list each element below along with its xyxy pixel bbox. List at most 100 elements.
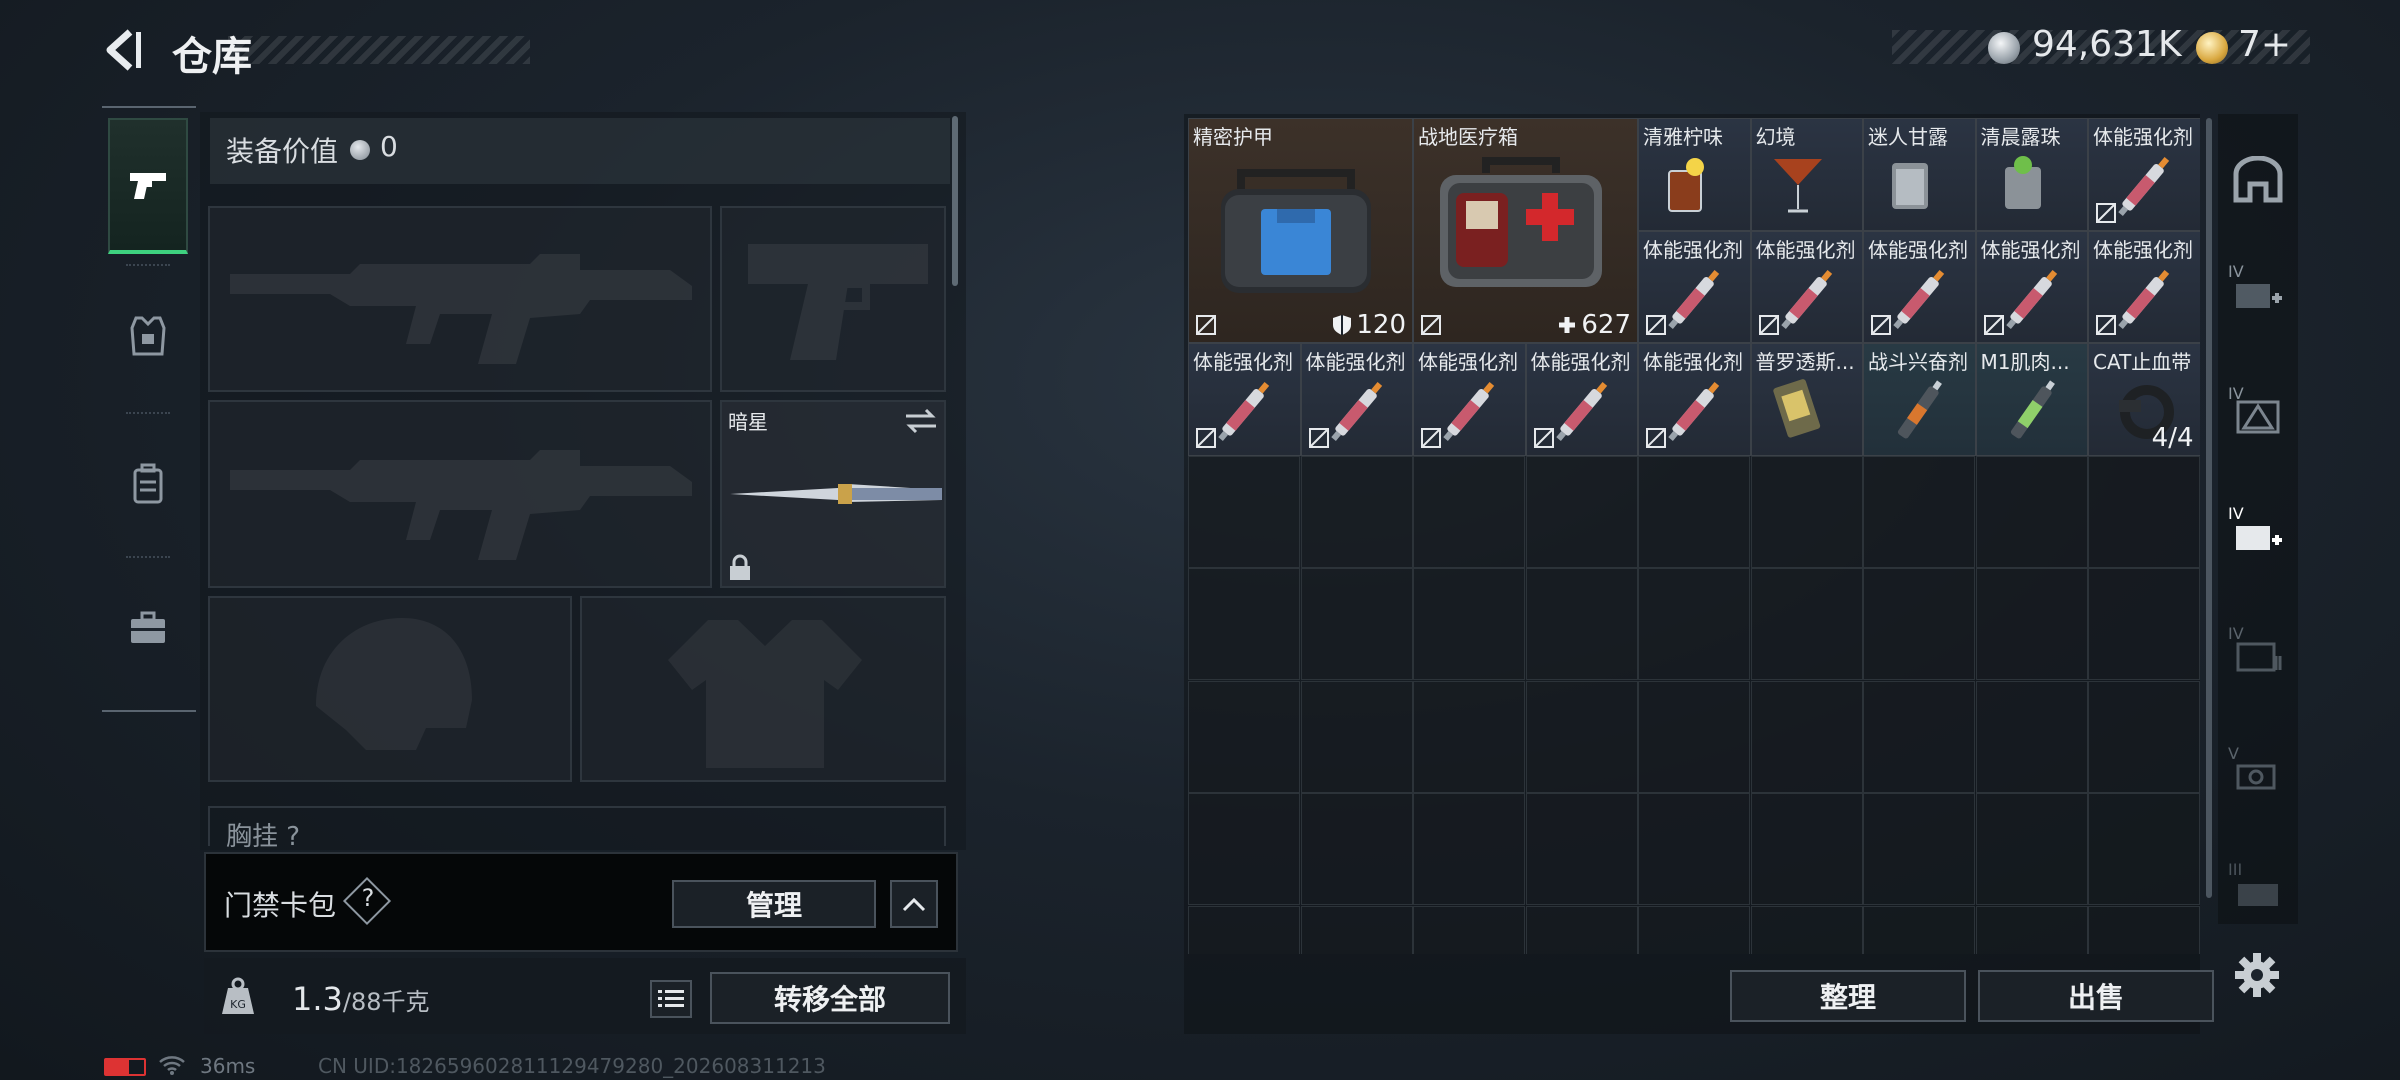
storage-cell[interactable] — [1750, 793, 1863, 905]
storage-item[interactable]: 体能强化剂 — [1188, 343, 1301, 456]
loadout-scrollbar[interactable] — [952, 116, 958, 286]
storage-cell[interactable] — [1975, 905, 2088, 954]
storage-cell[interactable] — [1525, 568, 1638, 680]
tab-armor[interactable] — [108, 268, 188, 404]
storage-scrollbar[interactable] — [2206, 118, 2212, 898]
helmet-slot[interactable] — [208, 596, 572, 782]
storage-item[interactable]: 体能强化剂 — [1413, 343, 1526, 456]
storage-item[interactable]: 战斗兴奋剂 — [1863, 343, 1976, 456]
storage-cell[interactable] — [1863, 680, 1975, 793]
storage-grid[interactable]: 精密护甲 120 战地医疗箱 627 清雅柠味 幻境 迷人甘露 清晨露珠 体能强化剂 体能强化剂体… — [1188, 118, 2200, 954]
sort-button[interactable]: 整理 — [1730, 970, 1966, 1022]
storage-cell[interactable] — [1525, 905, 1638, 954]
storage-cell[interactable] — [1300, 568, 1413, 680]
manage-button[interactable]: 管理 — [672, 880, 876, 928]
storage-cell[interactable] — [1413, 568, 1525, 680]
storage-cell[interactable] — [1975, 568, 2088, 680]
storage-cell[interactable] — [1300, 793, 1413, 905]
storage-cell[interactable] — [1975, 680, 2088, 793]
storage-item[interactable]: 体能强化剂 — [1863, 230, 1976, 343]
tab-filter-2[interactable]: IV — [2222, 380, 2294, 452]
storage-cell[interactable] — [1975, 793, 2088, 905]
storage-cell[interactable] — [1525, 793, 1638, 905]
storage-cell[interactable] — [2088, 905, 2200, 954]
storage-cell[interactable] — [2088, 568, 2200, 680]
storage-cell[interactable] — [1188, 793, 1300, 905]
primary-weapon-slot-2[interactable] — [208, 400, 712, 588]
tab-filter-6[interactable]: III — [2222, 856, 2294, 928]
storage-item[interactable]: 清雅柠味 — [1638, 118, 1751, 231]
storage-item[interactable]: 清晨露珠 — [1975, 118, 2088, 231]
tab-case[interactable] — [108, 560, 188, 696]
pistol-slot[interactable] — [720, 206, 946, 392]
melee-slot[interactable]: 暗星 — [720, 400, 946, 588]
storage-cell[interactable] — [1525, 680, 1638, 793]
storage-item[interactable]: 体能强化剂 — [1975, 230, 2088, 343]
settings-gear-icon[interactable] — [2232, 950, 2282, 1000]
storage-item[interactable]: 幻境 — [1750, 118, 1863, 231]
storage-item[interactable]: M1肌肉... — [1975, 343, 2088, 456]
storage-item[interactable]: 体能强化剂 — [1638, 230, 1751, 343]
body-armor-slot[interactable] — [580, 596, 946, 782]
item-name: M1肌肉... — [1980, 350, 2070, 374]
storage-item[interactable]: 体能强化剂 — [1525, 343, 1638, 456]
storage-cell[interactable] — [1750, 905, 1863, 954]
storage-item[interactable]: 体能强化剂 — [1300, 343, 1413, 456]
storage-cell[interactable] — [1188, 905, 1300, 954]
storage-cell[interactable] — [1863, 455, 1975, 568]
storage-cell[interactable] — [1188, 680, 1300, 793]
transfer-all-button[interactable]: 转移全部 — [710, 972, 950, 1024]
list-view-button[interactable] — [650, 980, 692, 1018]
storage-cell[interactable] — [1638, 680, 1750, 793]
storage-cell[interactable] — [1188, 568, 1300, 680]
item-image — [1993, 149, 2053, 223]
storage-item[interactable]: 精密护甲 120 — [1188, 118, 1413, 343]
storage-cell[interactable] — [1863, 793, 1975, 905]
storage-cell[interactable] — [1188, 455, 1300, 568]
storage-cell[interactable] — [1638, 905, 1750, 954]
storage-cell[interactable] — [2088, 680, 2200, 793]
storage-cell[interactable] — [1413, 680, 1525, 793]
primary-weapon-slot-1[interactable] — [208, 206, 712, 392]
storage-cell[interactable] — [1413, 455, 1525, 568]
tier-label: IV — [2228, 504, 2244, 523]
storage-cell[interactable] — [1638, 568, 1750, 680]
tab-filter-3[interactable]: IV — [2222, 500, 2294, 572]
tab-weapons[interactable] — [108, 118, 188, 254]
storage-item[interactable]: 战地医疗箱 627 — [1413, 118, 1638, 343]
storage-cell[interactable] — [1413, 905, 1525, 954]
storage-cell[interactable] — [1525, 455, 1638, 568]
storage-cell[interactable] — [1413, 793, 1525, 905]
storage-cell[interactable] — [2088, 455, 2200, 568]
sell-button[interactable]: 出售 — [1978, 970, 2214, 1022]
ticket-amount[interactable]: 7+ — [2238, 24, 2291, 65]
storage-item[interactable]: 体能强化剂 — [1750, 230, 1863, 343]
storage-item[interactable]: 体能强化剂 — [2088, 230, 2200, 343]
storage-cell[interactable] — [2088, 793, 2200, 905]
storage-item[interactable]: CAT止血带 4/4 — [2088, 343, 2200, 456]
storage-cell[interactable] — [1750, 455, 1863, 568]
chest-rig-slot[interactable] — [208, 806, 946, 846]
collapse-button[interactable] — [890, 880, 938, 928]
storage-item[interactable]: 迷人甘露 — [1863, 118, 1976, 231]
tab-all-storage[interactable] — [2222, 144, 2294, 216]
storage-cell[interactable] — [1863, 905, 1975, 954]
swap-icon[interactable] — [904, 408, 938, 434]
storage-cell[interactable] — [1638, 793, 1750, 905]
tab-filter-4[interactable]: IV — [2222, 620, 2294, 692]
storage-item[interactable]: 普罗透斯... — [1750, 343, 1863, 456]
storage-item[interactable]: 体能强化剂 — [1638, 343, 1751, 456]
storage-cell[interactable] — [1638, 455, 1750, 568]
storage-cell[interactable] — [1863, 568, 1975, 680]
storage-item[interactable]: 体能强化剂 — [2088, 118, 2200, 231]
tab-backpack[interactable] — [108, 416, 188, 552]
storage-cell[interactable] — [1975, 455, 2088, 568]
storage-cell[interactable] — [1750, 568, 1863, 680]
tab-filter-1[interactable]: IV — [2222, 258, 2294, 330]
back-arrow-icon[interactable] — [100, 26, 148, 74]
storage-cell[interactable] — [1300, 680, 1413, 793]
storage-cell[interactable] — [1300, 905, 1413, 954]
storage-cell[interactable] — [1300, 455, 1413, 568]
tab-filter-5[interactable]: V — [2222, 740, 2294, 812]
storage-cell[interactable] — [1750, 680, 1863, 793]
